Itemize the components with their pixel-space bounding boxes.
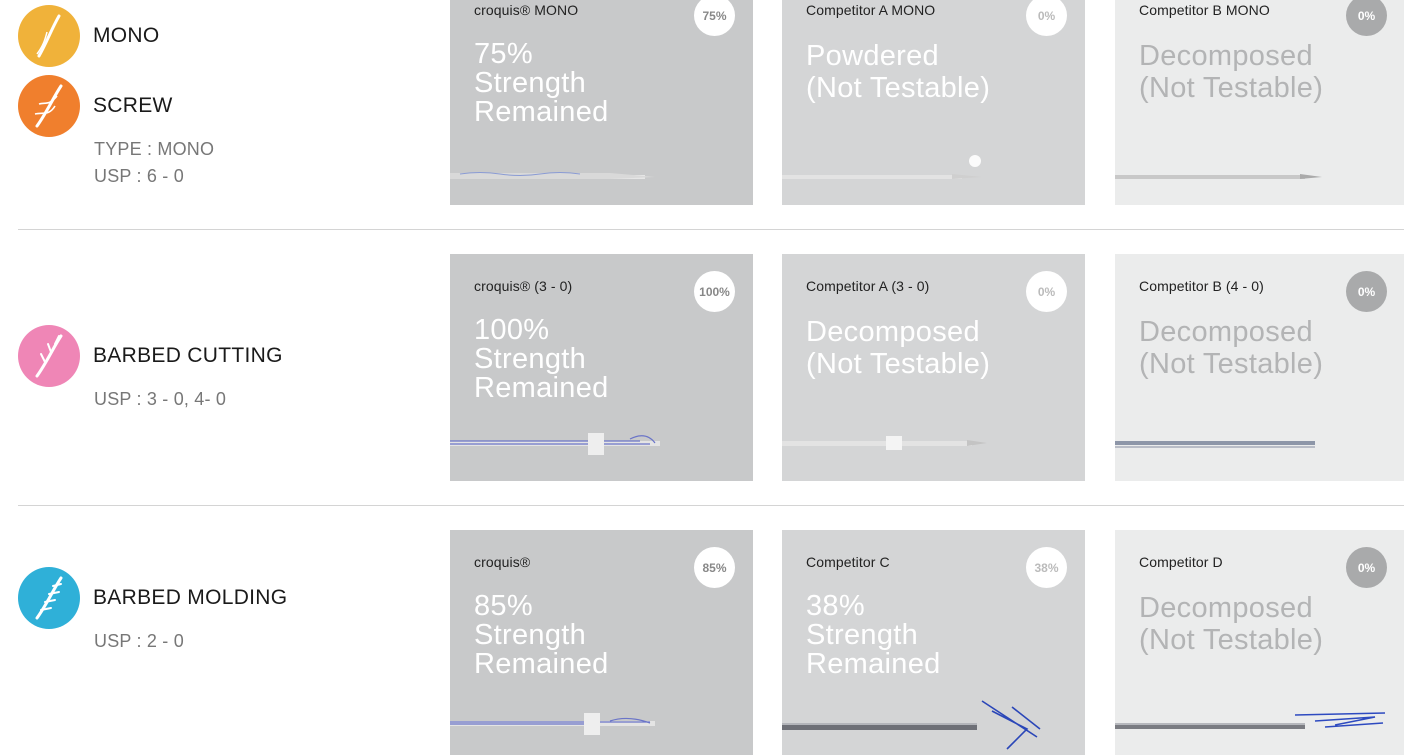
section-barbed-cutting: BARBED CUTTING USP : 3 - 0, 4- 0 croquis… xyxy=(0,230,1404,506)
result-card-croquis-mono[interactable]: croquis® MONO 75% 75% Strength Remained xyxy=(450,0,753,205)
section-barbed-molding: BARBED MOLDING USP : 2 - 0 croquis® 85% … xyxy=(0,506,1404,755)
card-headline: Decomposed (Not Testable) xyxy=(1139,592,1323,656)
strength-badge: 0% xyxy=(1026,0,1067,36)
headline-line: (Not Testable) xyxy=(806,72,991,104)
headline-line: (Not Testable) xyxy=(1139,348,1324,380)
result-card-competitor-a-3-0[interactable]: Competitor A (3 - 0) 0% Decomposed (Not … xyxy=(782,254,1085,481)
barbed-cutting-icon xyxy=(18,325,80,387)
screw-thread-icon xyxy=(18,75,80,137)
category-label: BARBED MOLDING xyxy=(93,586,288,609)
category-screw[interactable]: SCREW xyxy=(18,75,173,137)
barbed-molding-icon xyxy=(18,567,80,629)
card-headline: 100% Strength Remained xyxy=(474,316,609,403)
headline-line: Decomposed xyxy=(1139,40,1313,72)
card-label: Competitor A MONO xyxy=(806,2,936,18)
card-label: Competitor A (3 - 0) xyxy=(806,278,930,294)
card-label: Competitor B MONO xyxy=(1139,2,1270,18)
category-mono[interactable]: MONO xyxy=(18,5,160,67)
card-headline: Decomposed (Not Testable) xyxy=(1139,40,1323,104)
card-label: Competitor D xyxy=(1139,554,1223,570)
headline-line: 75% xyxy=(474,38,533,70)
card-headline: Decomposed (Not Testable) xyxy=(1139,316,1323,380)
headline-line: 38% xyxy=(806,590,865,622)
meta-type: TYPE : MONO xyxy=(94,139,215,159)
meta-usp: USP : 6 - 0 xyxy=(94,166,184,186)
suture-needle-image xyxy=(450,172,655,179)
headline-line: Powdered xyxy=(806,40,939,72)
result-card-croquis[interactable]: croquis® 85% 85% Strength Remained xyxy=(450,530,753,755)
headline-line: Strength xyxy=(474,619,587,651)
headline-line: (Not Testable) xyxy=(1139,72,1324,104)
headline-line: Strength xyxy=(806,619,919,651)
suture-needle-image xyxy=(1115,712,1386,729)
suture-needle-image xyxy=(782,436,987,450)
suture-needle-image xyxy=(450,713,655,735)
category-meta: USP : 2 - 0 xyxy=(94,628,184,655)
headline-line: Decomposed xyxy=(1139,316,1313,348)
card-label: Competitor C xyxy=(806,554,890,570)
strength-badge: 100% xyxy=(694,271,735,312)
result-card-competitor-c[interactable]: Competitor C 38% 38% Strength Remained xyxy=(782,530,1085,755)
result-card-competitor-d[interactable]: Competitor D 0% Decomposed (Not Testable… xyxy=(1115,530,1404,755)
category-label: MONO xyxy=(93,24,160,47)
headline-line: (Not Testable) xyxy=(806,348,991,380)
category-meta: TYPE : MONO USP : 6 - 0 xyxy=(94,136,214,190)
card-label: Competitor B (4 - 0) xyxy=(1139,278,1264,294)
headline-line: Strength xyxy=(474,343,587,375)
headline-line: Strength xyxy=(474,67,587,99)
result-card-competitor-b-4-0[interactable]: Competitor B (4 - 0) 0% Decomposed (Not … xyxy=(1115,254,1404,481)
mono-thread-icon xyxy=(18,5,80,67)
section-mono-screw: MONO SCREW TYPE : MONO USP : 6 - 0 croqu… xyxy=(0,0,1404,230)
suture-needle-image xyxy=(1115,174,1322,179)
category-barbed-molding[interactable]: BARBED MOLDING xyxy=(18,567,287,629)
result-card-competitor-b-mono[interactable]: Competitor B MONO 0% Decomposed (Not Tes… xyxy=(1115,0,1404,205)
meta-usp: USP : 2 - 0 xyxy=(94,631,184,651)
card-label: croquis® (3 - 0) xyxy=(474,278,573,294)
meta-usp: USP : 3 - 0, 4- 0 xyxy=(94,389,227,409)
headline-line: Decomposed xyxy=(806,316,980,348)
strength-badge: 0% xyxy=(1346,547,1387,588)
card-headline: 85% Strength Remained xyxy=(474,592,609,679)
category-meta: USP : 3 - 0, 4- 0 xyxy=(94,386,226,413)
strength-badge: 75% xyxy=(694,0,735,36)
strength-badge: 0% xyxy=(1346,271,1387,312)
card-label: croquis® xyxy=(474,554,531,570)
headline-line: 85% xyxy=(474,590,533,622)
strength-badge: 0% xyxy=(1346,0,1387,36)
result-card-competitor-a-mono[interactable]: Competitor A MONO 0% Powdered (Not Testa… xyxy=(782,0,1085,205)
headline-line: Decomposed xyxy=(1139,592,1313,624)
category-barbed-cutting[interactable]: BARBED CUTTING xyxy=(18,325,283,387)
headline-line: (Not Testable) xyxy=(1139,624,1324,656)
headline-line: 100% xyxy=(474,314,550,346)
card-label: croquis® MONO xyxy=(474,2,579,18)
suture-needle-image xyxy=(782,155,982,179)
card-headline: 38% Strength Remained xyxy=(806,592,941,679)
suture-needle-image xyxy=(782,700,1041,750)
result-card-croquis-3-0[interactable]: croquis® (3 - 0) 100% 100% Strength Rema… xyxy=(450,254,753,481)
card-headline: 75% Strength Remained xyxy=(474,40,609,127)
category-label: BARBED CUTTING xyxy=(93,344,283,367)
suture-needle-image xyxy=(450,433,660,455)
card-headline: Decomposed (Not Testable) xyxy=(806,316,990,380)
strength-badge: 0% xyxy=(1026,271,1067,312)
card-headline: Powdered (Not Testable) xyxy=(806,40,990,104)
category-label: SCREW xyxy=(93,94,173,117)
strength-badge: 38% xyxy=(1026,547,1067,588)
strength-badge: 85% xyxy=(694,547,735,588)
suture-needle-image xyxy=(1115,441,1315,448)
